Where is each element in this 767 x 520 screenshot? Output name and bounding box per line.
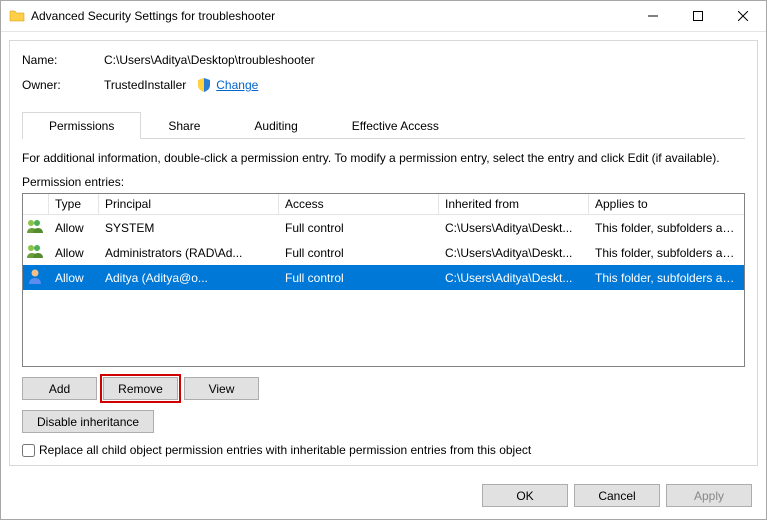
close-button[interactable] <box>720 1 766 31</box>
cancel-button[interactable]: Cancel <box>574 484 660 507</box>
users-icon <box>23 240 49 265</box>
cell-applies: This folder, subfolders and files <box>589 218 744 238</box>
replace-child-label: Replace all child object permission entr… <box>39 443 531 457</box>
entries-label: Permission entries: <box>22 175 745 189</box>
apply-button[interactable]: Apply <box>666 484 752 507</box>
cell-principal: SYSTEM <box>99 218 279 238</box>
entry-buttons: Add Remove View <box>22 377 745 400</box>
cell-inherited: C:\Users\Aditya\Deskt... <box>439 243 589 263</box>
cell-type: Allow <box>49 243 99 263</box>
tab-share[interactable]: Share <box>141 112 227 139</box>
table-row[interactable]: AllowAditya (Aditya@o...Full controlC:\U… <box>23 265 744 290</box>
folder-icon <box>9 8 25 24</box>
window-title: Advanced Security Settings for troublesh… <box>31 9 630 23</box>
tab-auditing[interactable]: Auditing <box>227 112 324 139</box>
content-area: Name: C:\Users\Aditya\Desktop\troublesho… <box>9 40 758 466</box>
table-row[interactable]: AllowSYSTEMFull controlC:\Users\Aditya\D… <box>23 215 744 240</box>
owner-value: TrustedInstaller <box>104 78 186 92</box>
col-principal-header[interactable]: Principal <box>99 194 279 214</box>
remove-button[interactable]: Remove <box>103 377 178 400</box>
users-icon <box>23 215 49 240</box>
col-icon-header[interactable] <box>23 194 49 214</box>
cell-inherited: C:\Users\Aditya\Deskt... <box>439 268 589 288</box>
col-access-header[interactable]: Access <box>279 194 439 214</box>
tab-permissions[interactable]: Permissions <box>22 112 141 139</box>
table-header: Type Principal Access Inherited from App… <box>23 194 744 215</box>
disable-inheritance-button[interactable]: Disable inheritance <box>22 410 154 433</box>
replace-checkbox-row: Replace all child object permission entr… <box>22 443 745 457</box>
replace-child-checkbox[interactable] <box>22 444 35 457</box>
table-row[interactable]: AllowAdministrators (RAD\Ad...Full contr… <box>23 240 744 265</box>
shield-icon <box>196 77 212 93</box>
col-inherited-header[interactable]: Inherited from <box>439 194 589 214</box>
view-button[interactable]: View <box>184 377 259 400</box>
cell-inherited: C:\Users\Aditya\Deskt... <box>439 218 589 238</box>
add-button[interactable]: Add <box>22 377 97 400</box>
tabs: Permissions Share Auditing Effective Acc… <box>22 111 745 139</box>
maximize-button[interactable] <box>675 1 720 31</box>
help-text: For additional information, double-click… <box>22 151 745 165</box>
col-applies-header[interactable]: Applies to <box>589 194 744 214</box>
minimize-button[interactable] <box>630 1 675 31</box>
name-row: Name: C:\Users\Aditya\Desktop\troublesho… <box>22 53 745 67</box>
cell-principal: Administrators (RAD\Ad... <box>99 243 279 263</box>
cell-type: Allow <box>49 218 99 238</box>
ok-button[interactable]: OK <box>482 484 568 507</box>
user-icon <box>23 265 49 290</box>
inheritance-buttons: Disable inheritance <box>22 410 745 433</box>
table-body: AllowSYSTEMFull controlC:\Users\Aditya\D… <box>23 215 744 366</box>
name-value: C:\Users\Aditya\Desktop\troubleshooter <box>104 53 315 67</box>
cell-principal: Aditya (Aditya@o... <box>99 268 279 288</box>
permission-entries-table: Type Principal Access Inherited from App… <box>22 193 745 367</box>
col-type-header[interactable]: Type <box>49 194 99 214</box>
cell-access: Full control <box>279 268 439 288</box>
owner-row: Owner: TrustedInstaller Change <box>22 77 745 93</box>
name-label: Name: <box>22 53 104 67</box>
cell-applies: This folder, subfolders and files <box>589 268 744 288</box>
security-settings-window: Advanced Security Settings for troublesh… <box>0 0 767 520</box>
change-owner-link[interactable]: Change <box>216 78 258 92</box>
cell-access: Full control <box>279 243 439 263</box>
cell-applies: This folder, subfolders and files <box>589 243 744 263</box>
cell-type: Allow <box>49 268 99 288</box>
owner-label: Owner: <box>22 78 104 92</box>
window-controls <box>630 1 766 31</box>
titlebar[interactable]: Advanced Security Settings for troublesh… <box>1 1 766 32</box>
tab-effective-access[interactable]: Effective Access <box>325 112 466 139</box>
cell-access: Full control <box>279 218 439 238</box>
dialog-footer: OK Cancel Apply <box>1 474 766 519</box>
